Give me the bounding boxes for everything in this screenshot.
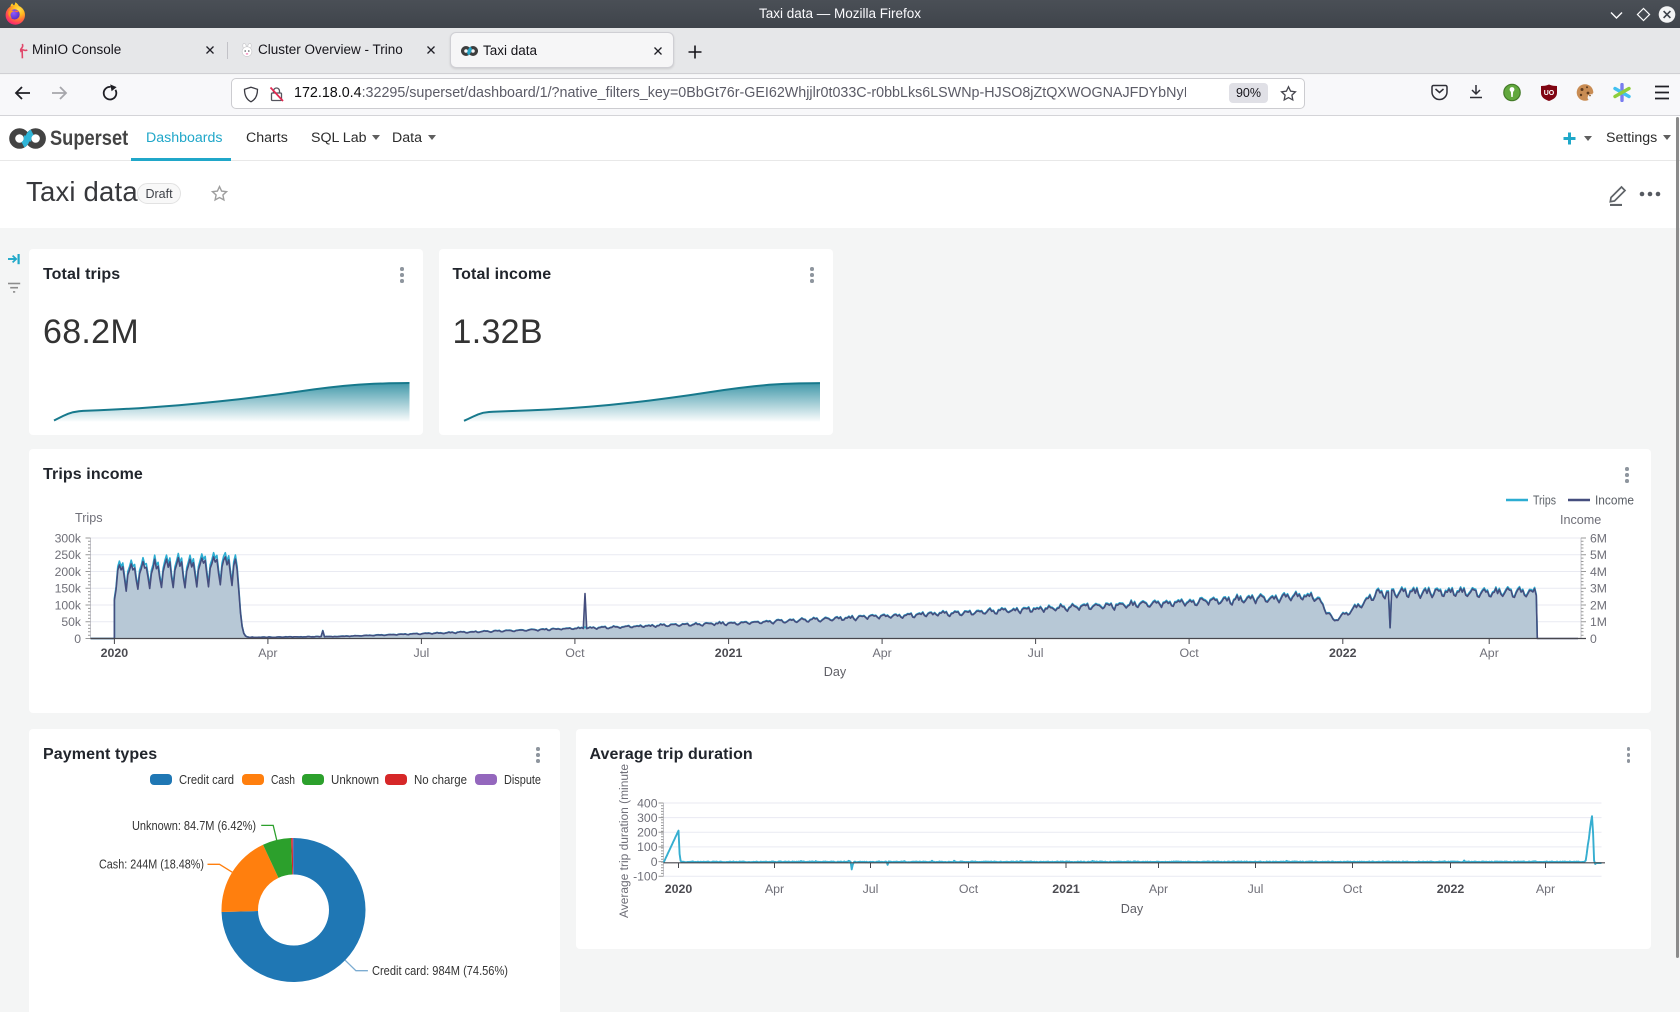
svg-text:1M: 1M bbox=[1590, 615, 1607, 629]
svg-text:250k: 250k bbox=[55, 548, 82, 562]
svg-text:Unknown: 84.7M (6.42%): Unknown: 84.7M (6.42%) bbox=[132, 818, 256, 833]
svg-text:2020: 2020 bbox=[664, 882, 692, 896]
svg-text:2021: 2021 bbox=[1052, 882, 1080, 896]
svg-text:2022: 2022 bbox=[1436, 882, 1464, 896]
svg-text:Oct: Oct bbox=[1179, 646, 1199, 660]
svg-text:4M: 4M bbox=[1590, 565, 1607, 579]
svg-text:Apr: Apr bbox=[1480, 646, 1499, 660]
svg-text:2M: 2M bbox=[1590, 598, 1607, 612]
svg-text:Oct: Oct bbox=[1342, 882, 1362, 896]
svg-text:400: 400 bbox=[637, 796, 658, 810]
svg-text:5M: 5M bbox=[1590, 548, 1607, 562]
svg-text:Trips: Trips bbox=[75, 511, 103, 525]
svg-text:50k: 50k bbox=[61, 615, 82, 629]
svg-text:200k: 200k bbox=[55, 565, 82, 579]
svg-text:100: 100 bbox=[637, 840, 658, 854]
svg-text:200: 200 bbox=[637, 826, 658, 840]
svg-text:3M: 3M bbox=[1590, 582, 1607, 596]
svg-text:Jul: Jul bbox=[862, 882, 878, 896]
svg-text:Cash: 244M (18.48%): Cash: 244M (18.48%) bbox=[99, 857, 204, 872]
svg-text:6M: 6M bbox=[1590, 531, 1607, 545]
svg-text:Trips: Trips bbox=[1533, 493, 1556, 508]
svg-text:300k: 300k bbox=[55, 531, 82, 545]
svg-text:Income: Income bbox=[1560, 513, 1601, 527]
svg-text:UO: UO bbox=[1544, 90, 1555, 97]
svg-text:Cash: Cash bbox=[271, 772, 295, 787]
svg-text:2020: 2020 bbox=[101, 646, 129, 660]
svg-text:100k: 100k bbox=[55, 598, 82, 612]
svg-text:Unknown: Unknown bbox=[331, 772, 379, 787]
svg-text:2021: 2021 bbox=[715, 646, 743, 660]
svg-text:-100: -100 bbox=[633, 870, 658, 884]
svg-text:2022: 2022 bbox=[1329, 646, 1357, 660]
svg-text:Apr: Apr bbox=[1535, 882, 1554, 896]
svg-text:Oct: Oct bbox=[565, 646, 585, 660]
svg-text:Jul: Jul bbox=[1028, 646, 1044, 660]
svg-text:Credit card: 984M (74.56%): Credit card: 984M (74.56%) bbox=[372, 963, 508, 978]
svg-text:Income: Income bbox=[1595, 493, 1634, 508]
svg-text:Apr: Apr bbox=[872, 646, 891, 660]
svg-text:Apr: Apr bbox=[258, 646, 277, 660]
svg-text:Day: Day bbox=[824, 665, 847, 679]
svg-text:No charge: No charge bbox=[414, 772, 467, 787]
svg-text:Credit card: Credit card bbox=[179, 772, 234, 787]
svg-text:Day: Day bbox=[1120, 902, 1143, 916]
svg-text:0: 0 bbox=[650, 855, 657, 869]
svg-text:Apr: Apr bbox=[764, 882, 783, 896]
svg-text:150k: 150k bbox=[55, 582, 82, 596]
svg-text:0: 0 bbox=[1590, 632, 1597, 646]
svg-text:Dispute: Dispute bbox=[504, 772, 541, 787]
svg-text:Jul: Jul bbox=[1247, 882, 1263, 896]
svg-text:300: 300 bbox=[637, 811, 658, 825]
svg-text:0: 0 bbox=[74, 632, 81, 646]
svg-text:Average trip duration (minute: Average trip duration (minute bbox=[617, 764, 631, 918]
svg-text:Apr: Apr bbox=[1148, 882, 1167, 896]
svg-text:Oct: Oct bbox=[958, 882, 978, 896]
svg-text:Jul: Jul bbox=[413, 646, 429, 660]
